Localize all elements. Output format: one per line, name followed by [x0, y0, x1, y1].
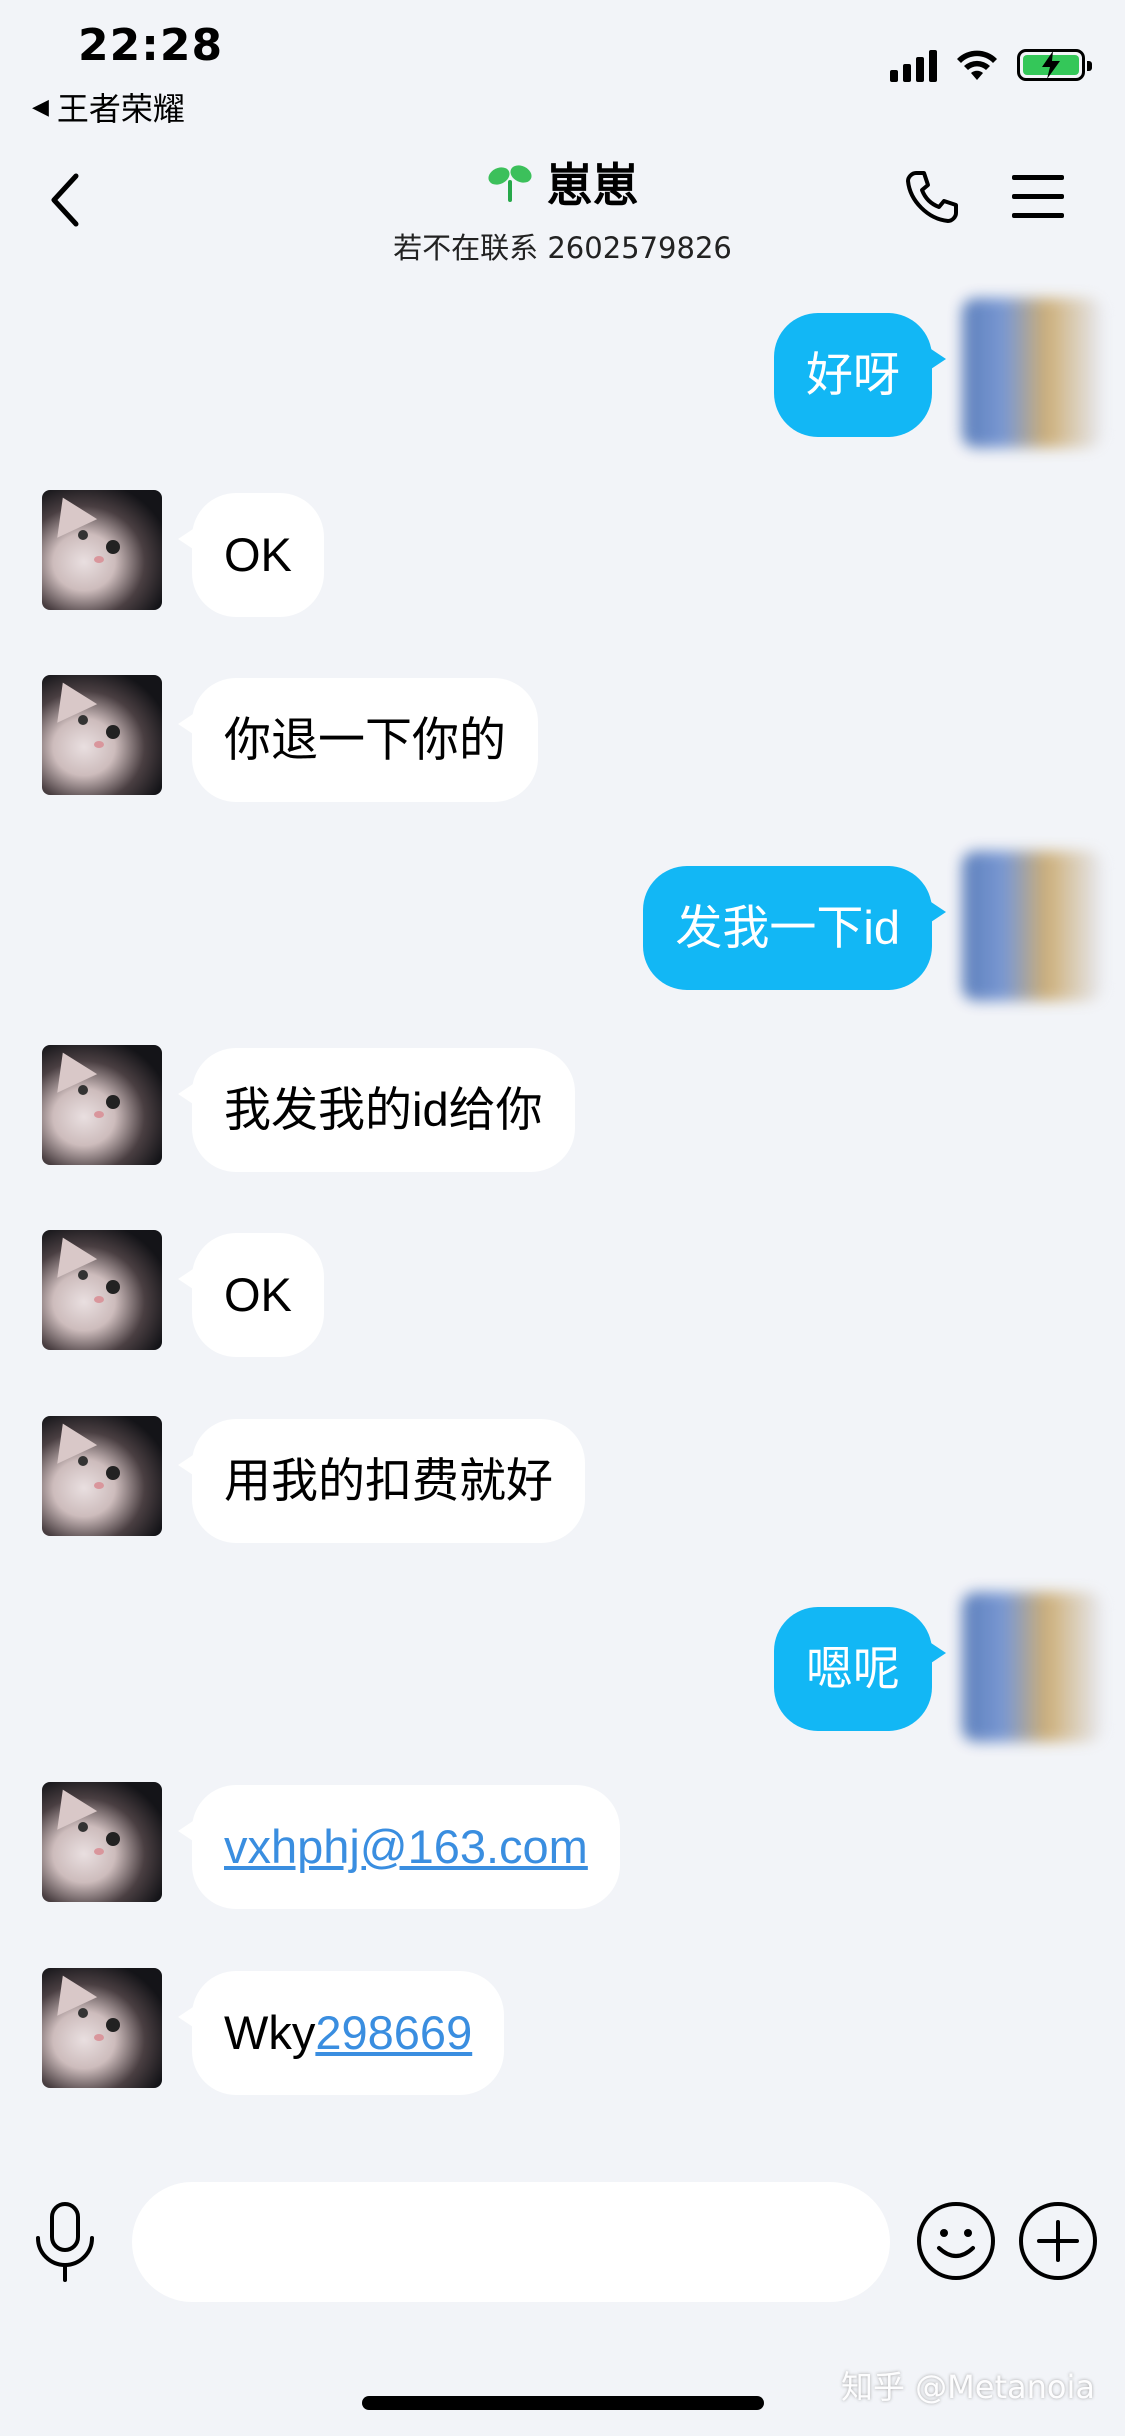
status-bar: 22:28 ◀ 王者荣耀 [0, 0, 1125, 130]
contact-avatar[interactable] [42, 490, 162, 610]
emoji-icon [917, 2202, 995, 2280]
voice-button[interactable] [30, 2200, 100, 2288]
battery-charging-icon [1017, 49, 1092, 81]
message-bubble-outgoing[interactable]: 发我一下id [643, 866, 946, 990]
home-indicator[interactable] [362, 2396, 764, 2410]
message-input[interactable] [132, 2182, 890, 2302]
message-row: vxhphj@163.com [0, 1782, 1125, 1912]
emoji-button[interactable] [915, 2200, 997, 2286]
contact-avatar[interactable] [42, 1968, 162, 2088]
chat-header: 崽崽 若不在联系 2602579826 [0, 135, 1125, 265]
contact-avatar[interactable] [42, 1230, 162, 1350]
contact-avatar[interactable] [42, 675, 162, 795]
message-bubble-incoming[interactable]: OK [178, 493, 324, 617]
status-icons [890, 48, 1092, 82]
message-bubble-incoming: Wky298669 [177, 1971, 505, 2095]
my-avatar[interactable] [962, 1592, 1102, 1742]
message-bubble-incoming[interactable]: 你退一下你的 [178, 678, 538, 802]
contact-subtitle: 若不在联系 2602579826 [393, 231, 732, 265]
back-to-app-link[interactable]: ◀ 王者荣耀 [32, 84, 185, 130]
message-row: Wky298669 [0, 1968, 1125, 2098]
message-bubble-incoming[interactable]: OK [178, 1233, 324, 1357]
message-row: OK [0, 1230, 1125, 1360]
my-avatar[interactable] [962, 851, 1102, 1001]
number-link[interactable]: 298669 [315, 2006, 472, 2059]
message-row: 用我的扣费就好 [0, 1416, 1125, 1546]
message-row: 发我一下id [0, 851, 1125, 1001]
back-app-label: 王者荣耀 [56, 90, 185, 128]
chat-screen: 22:28 ◀ 王者荣耀 崽崽 若不在联系 2602579826 好呀 OK 你… [0, 0, 1125, 2436]
back-triangle-icon: ◀ [32, 94, 49, 120]
cellular-signal-icon [890, 48, 937, 82]
message-bubble-incoming[interactable]: 用我的扣费就好 [178, 1419, 585, 1543]
menu-button[interactable] [1010, 171, 1066, 227]
call-button[interactable] [902, 167, 962, 231]
message-row: 嗯呢 [0, 1592, 1125, 1742]
contact-name: 崽崽 [546, 158, 639, 212]
message-bubble-incoming: vxhphj@163.com [178, 1785, 620, 1909]
message-row: 好呀 [0, 298, 1125, 448]
input-bar [0, 2170, 1125, 2320]
my-avatar[interactable] [962, 298, 1102, 448]
message-row: 我发我的id给你 [0, 1045, 1125, 1175]
contact-avatar[interactable] [42, 1782, 162, 1902]
message-row: 你退一下你的 [0, 675, 1125, 805]
status-time: 22:28 [78, 20, 224, 71]
contact-avatar[interactable] [42, 1045, 162, 1165]
phone-icon [906, 171, 958, 223]
message-row: OK [0, 490, 1125, 620]
wifi-icon [957, 50, 997, 80]
sprout-icon [487, 165, 532, 202]
message-text: Wky [224, 2006, 316, 2059]
message-bubble-incoming[interactable]: 我发我的id给你 [178, 1048, 575, 1172]
more-button[interactable] [1017, 2200, 1099, 2286]
microphone-icon [36, 2202, 94, 2282]
plus-icon [1019, 2202, 1097, 2280]
watermark: 知乎 @Metanoia [841, 2368, 1095, 2406]
email-link[interactable]: vxhphj@163.com [224, 1820, 588, 1873]
contact-avatar[interactable] [42, 1416, 162, 1536]
message-bubble-outgoing[interactable]: 好呀 [774, 313, 946, 437]
message-bubble-outgoing[interactable]: 嗯呢 [774, 1607, 946, 1731]
menu-icon [1012, 175, 1064, 218]
